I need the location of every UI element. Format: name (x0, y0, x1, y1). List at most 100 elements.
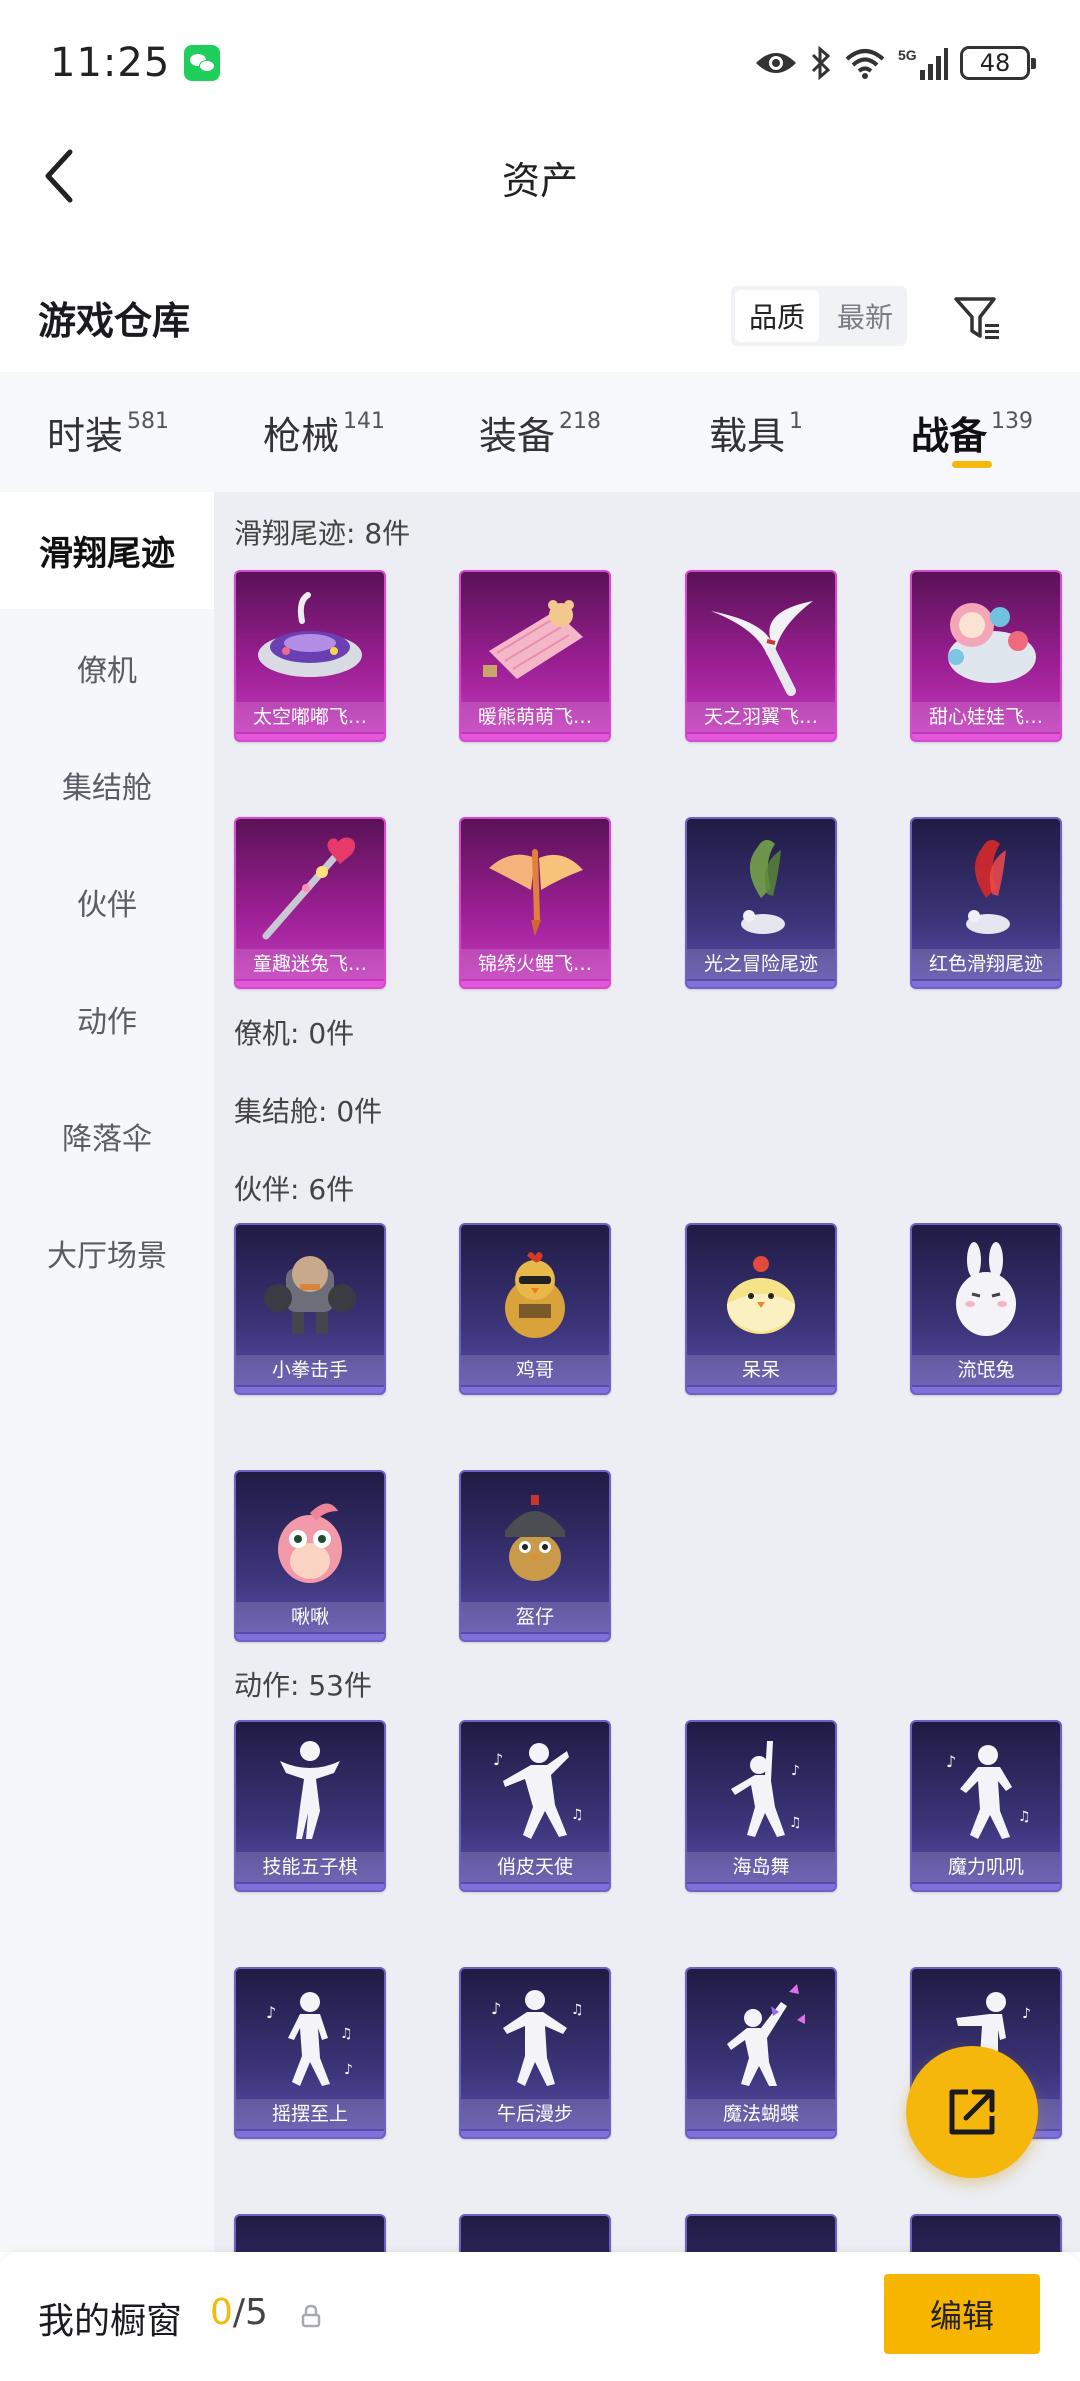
item-name: 流氓兔 (912, 1355, 1060, 1385)
item-card[interactable] (910, 2214, 1062, 2252)
dance-pose-icon: ♪ ♫ (461, 1722, 609, 1860)
item-name: 技能五子棋 (236, 1852, 384, 1882)
rabbit-icon (912, 1225, 1060, 1363)
sidebar-item-wingman[interactable]: 僚机 (0, 609, 214, 726)
tab-fashion[interactable]: 时装 581 (0, 372, 216, 492)
svg-text:♫: ♫ (1018, 1809, 1031, 1825)
item-card[interactable]: 天之羽翼飞… (685, 570, 837, 742)
tab-count: 581 (127, 408, 169, 434)
item-card[interactable]: 流氓兔 (910, 1223, 1062, 1395)
item-name: 盔仔 (461, 1602, 609, 1632)
boxer-robot-icon (236, 1225, 384, 1363)
item-card[interactable]: 魔法蝴蝶 (685, 1967, 837, 2139)
item-card[interactable]: 锦绣火鲤飞… (459, 817, 611, 989)
item-card[interactable]: ♪ ♫ ♪ 摇摆至上 (234, 1967, 386, 2139)
dance-pose-icon: ♪ ♫ (912, 1722, 1060, 1860)
item-name: 魔法蝴蝶 (687, 2099, 835, 2129)
signal-5g-icon: 5G (898, 47, 948, 80)
item-card[interactable]: 暖熊萌萌飞… (459, 570, 611, 742)
item-card[interactable]: 红色滑翔尾迹 (910, 817, 1062, 989)
green-smoke-icon (687, 819, 835, 957)
item-name: 呆呆 (687, 1355, 835, 1385)
item-card[interactable] (234, 2214, 386, 2252)
rarity-bar (687, 981, 835, 987)
item-name: 午后漫步 (461, 2099, 609, 2129)
item-card[interactable]: ♪ ♫ 海岛舞 (685, 1720, 837, 1892)
item-card[interactable]: 技能五子棋 (234, 1720, 386, 1892)
item-card[interactable]: 光之冒险尾迹 (685, 817, 837, 989)
sidebar-item-partner[interactable]: 伙伴 (0, 843, 214, 960)
item-card[interactable]: ♪ ♫ 魔力叽叽 (910, 1720, 1062, 1892)
item-card[interactable]: 啾啾 (234, 1470, 386, 1642)
item-card[interactable]: 童趣迷兔飞… (234, 817, 386, 989)
rarity-bar (461, 1387, 609, 1393)
rarity-bar (236, 981, 384, 987)
status-icons: 5G 48 (754, 46, 1036, 80)
rarity-bar (687, 734, 835, 740)
rarity-bar (912, 981, 1060, 987)
item-card[interactable]: 鸡哥 (459, 1223, 611, 1395)
tab-label: 枪械 (262, 413, 339, 458)
item-name: 童趣迷兔飞… (236, 949, 384, 979)
item-name: 锦绣火鲤飞… (461, 949, 609, 979)
item-card[interactable]: 盔仔 (459, 1470, 611, 1642)
item-card[interactable]: 太空嘟嘟飞… (234, 570, 386, 742)
share-external-icon (949, 2089, 995, 2135)
item-card[interactable]: 甜心娃娃飞… (910, 570, 1062, 742)
tab-count: 218 (559, 408, 601, 434)
item-card[interactable]: ♪ ♫ 午后漫步 (459, 1967, 611, 2139)
showcase-current: 0 (210, 2292, 233, 2333)
svg-text:♪: ♪ (791, 1763, 800, 1779)
page-title: 资产 (501, 159, 578, 203)
sort-option-quality[interactable]: 品质 (735, 290, 819, 342)
sidebar-item-glide-trail[interactable]: 滑翔尾迹 (0, 492, 214, 609)
rarity-bar (912, 1387, 1060, 1393)
status-time: 11:25 (50, 40, 171, 86)
rarity-bar (461, 2131, 609, 2137)
pink-bird-icon (236, 1472, 384, 1610)
tab-combat-gear[interactable]: 战备 139 (864, 372, 1080, 492)
showcase-total: /5 (232, 2292, 268, 2333)
sidebar-item-lobby-scene[interactable]: 大厅场景 (0, 1194, 214, 1311)
item-name: 暖熊萌萌飞… (461, 702, 609, 732)
item-name: 太空嘟嘟飞… (236, 702, 384, 732)
top-app-bar: 资产 (0, 126, 1080, 226)
rarity-bar (461, 734, 609, 740)
rarity-bar (912, 1884, 1060, 1890)
rarity-bar (461, 1634, 609, 1640)
sort-toggle: 品质 最新 (731, 286, 907, 346)
tab-firearms[interactable]: 枪械 141 (216, 372, 432, 492)
svg-text:♪: ♪ (946, 1752, 956, 1771)
sidebar-item-parachute[interactable]: 降落伞 (0, 1077, 214, 1194)
section-heading-partner: 伙伴: 6件 (234, 1173, 355, 1206)
item-card[interactable]: 呆呆 (685, 1223, 837, 1395)
sidebar-item-emote[interactable]: 动作 (0, 960, 214, 1077)
dance-pose-icon: ♪ ♫ (461, 1969, 609, 2107)
item-name: 天之羽翼飞… (687, 702, 835, 732)
item-name: 鸡哥 (461, 1355, 609, 1385)
showcase-bar: 我的橱窗 0/5 编辑 (0, 2252, 1080, 2381)
dance-pose-icon: ♪ ♫ ♪ (236, 1969, 384, 2107)
warehouse-header: 游戏仓库 品质 最新 (0, 270, 1080, 360)
item-card[interactable] (459, 2214, 611, 2252)
svg-text:5G: 5G (898, 47, 917, 63)
battery-indicator: 48 (960, 46, 1036, 80)
item-card[interactable] (685, 2214, 837, 2252)
tab-vehicles[interactable]: 载具 1 (648, 372, 864, 492)
filter-button[interactable] (948, 288, 1008, 348)
tab-label: 载具 (708, 413, 785, 458)
tab-label: 战备 (910, 413, 987, 458)
sort-option-newest[interactable]: 最新 (823, 286, 907, 346)
item-name: 魔力叽叽 (912, 1852, 1060, 1882)
sidebar-item-pod[interactable]: 集结舱 (0, 726, 214, 843)
share-button[interactable] (906, 2046, 1038, 2178)
sidebar: 滑翔尾迹 僚机 集结舱 伙伴 动作 降落伞 大厅场景 (0, 492, 214, 2252)
item-name: 摇摆至上 (236, 2099, 384, 2129)
active-tab-indicator (952, 461, 992, 468)
helmet-chick-icon (461, 1472, 609, 1610)
edit-button[interactable]: 编辑 (884, 2274, 1040, 2354)
item-card[interactable]: 小拳击手 (234, 1223, 386, 1395)
svg-text:♪: ♪ (1022, 2006, 1031, 2022)
tab-equipment[interactable]: 装备 218 (432, 372, 648, 492)
item-card[interactable]: ♪ ♫ 俏皮天使 (459, 1720, 611, 1892)
